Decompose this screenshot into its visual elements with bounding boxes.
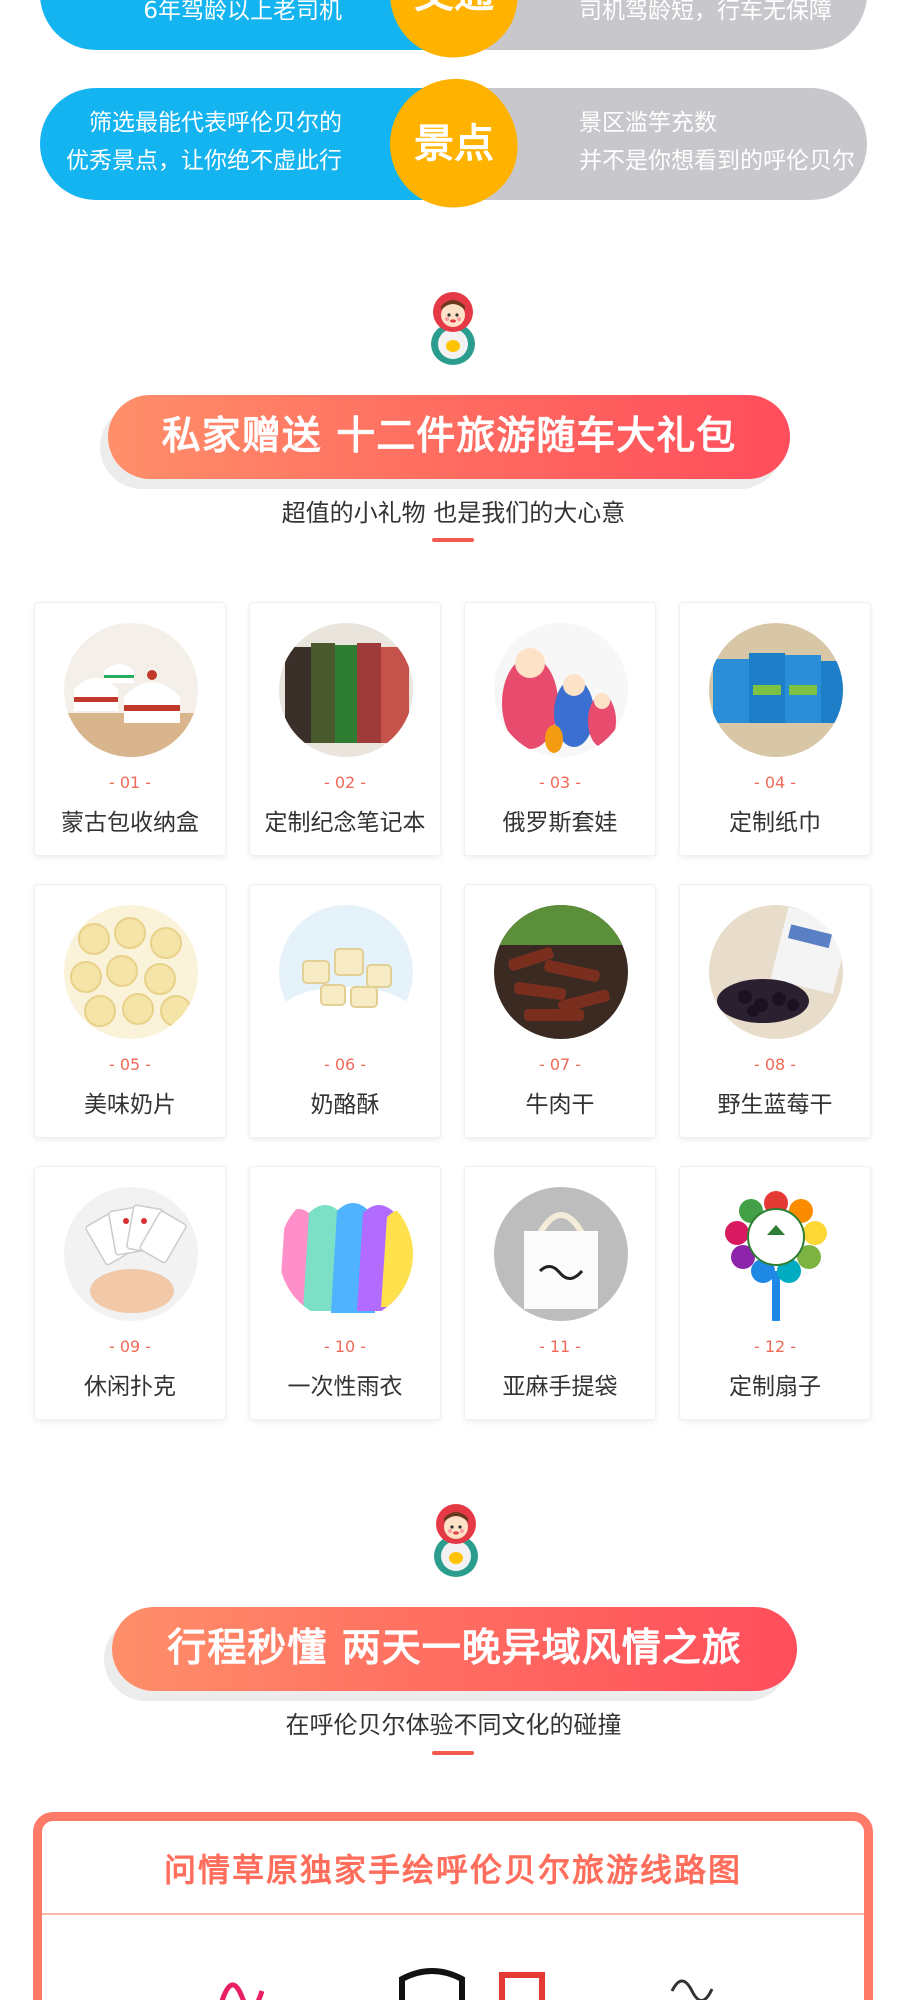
tote-bag-photo [494,1187,628,1321]
gifts-title: 私家赠送 十二件旅游随车大礼包 [161,414,737,459]
itinerary-title: 行程秒懂 两天一晚异域风情之旅 [167,1626,742,1671]
gift-number: - 03 - [538,773,582,792]
gift-card: - 08 - 野生蓝莓干 [679,884,871,1138]
gift-card: - 04 - 定制纸巾 [679,602,871,856]
gift-card: - 11 - 亚麻手提袋 [464,1166,656,1420]
gift-number: - 11 - [538,1337,582,1356]
comparison-others-text: 司机驾龄短，行车无保障 [579,0,832,24]
notebook-photo [279,623,413,757]
comparison-row-scenic: 筛选最能代表呼伦贝尔的 优秀景点，让你绝不虚此行 景区滥竽充数 并不是你想看到的… [40,53,867,235]
gift-name: 奶酪酥 [310,1092,380,1118]
matryoshka-photo [494,623,628,757]
itinerary-banner: 行程秒懂 两天一晚异域风情之旅 [112,1607,797,1691]
section-underline [432,538,474,542]
gift-number: - 01 - [108,773,152,792]
gift-card: - 07 - 牛肉干 [464,884,656,1138]
gift-card: - 09 - 休闲扑克 [34,1166,226,1420]
comparison-others-line-1: 景区滥竽充数 [579,110,717,136]
key-label-scenic: 景点 [414,121,494,167]
comparison-ours-line-2: 优秀景点，让你绝不虚此行 [66,148,342,174]
gift-number: - 04 - [753,773,797,792]
gift-number: - 07 - [538,1055,582,1074]
matryoshka-icon [431,292,475,365]
section-underline [432,1751,474,1755]
gift-card: - 02 - 定制纪念笔记本 [249,602,441,856]
itinerary-subtitle: 在呼伦贝尔体验不同文化的碰撞 [285,1711,622,1739]
gift-name: 美味奶片 [84,1092,176,1118]
comparison-ours-line-1: 筛选最能代表呼伦贝尔的 [89,110,342,136]
gift-number: - 08 - [753,1055,797,1074]
key-label-transport: 交通 [390,0,518,26]
route-map-panel: 问情草原独家手绘呼伦贝尔旅游线路图 [33,1812,873,2000]
gift-name: 定制扇子 [729,1374,821,1400]
gift-name: 定制纸巾 [729,810,821,836]
gift-name: 休闲扑克 [84,1374,176,1400]
gift-number: - 02 - [323,773,367,792]
poker-photo [64,1187,198,1321]
gift-number: - 06 - [323,1055,367,1074]
route-map-divider [42,1913,864,1915]
gift-number: - 10 - [323,1337,367,1356]
gifts-banner: 私家赠送 十二件旅游随车大礼包 [108,395,790,479]
gift-card: - 12 - 定制扇子 [679,1166,871,1420]
gift-number: - 05 - [108,1055,152,1074]
blueberry-photo [709,905,843,1039]
tissue-photo [709,623,843,757]
gift-number: - 12 - [753,1337,797,1356]
comparison-ours-text: 6年驾龄以上老司机 [143,0,342,24]
cheese-photo [279,905,413,1039]
gift-card: - 03 - 俄罗斯套娃 [464,602,656,856]
gift-name: 牛肉干 [525,1092,595,1118]
gift-name: 俄罗斯套娃 [502,810,618,836]
yurt-box-photo [64,623,198,757]
comparison-others-line-2: 并不是你想看到的呼伦贝尔 [579,148,855,174]
gift-name: 一次性雨衣 [287,1374,403,1400]
route-map-title: 问情草原独家手绘呼伦贝尔旅游线路图 [163,1851,742,1889]
gift-card: - 05 - 美味奶片 [34,884,226,1138]
gift-name: 亚麻手提袋 [502,1374,618,1400]
gift-card: - 01 - 蒙古包收纳盒 [34,602,226,856]
milk-tablet-photo [64,905,198,1039]
beef-jerky-photo [494,905,628,1039]
comparison-row-transport: 6年驾龄以上老司机 司机驾龄短，行车无保障 交通 [40,0,867,85]
gift-name: 定制纪念笔记本 [264,810,426,836]
gift-card: - 10 - 一次性雨衣 [249,1166,441,1420]
gifts-subtitle: 超值的小礼物 也是我们的大心意 [281,499,626,527]
gift-card: - 06 - 奶酪酥 [249,884,441,1138]
route-map-illustration [219,1968,714,2000]
raincoat-photo [279,1187,413,1321]
gift-name: 蒙古包收纳盒 [61,810,199,836]
gift-name: 野生蓝莓干 [717,1092,833,1118]
gift-number: - 09 - [108,1337,152,1356]
fan-photo [709,1187,843,1321]
matryoshka-icon [434,1504,478,1577]
